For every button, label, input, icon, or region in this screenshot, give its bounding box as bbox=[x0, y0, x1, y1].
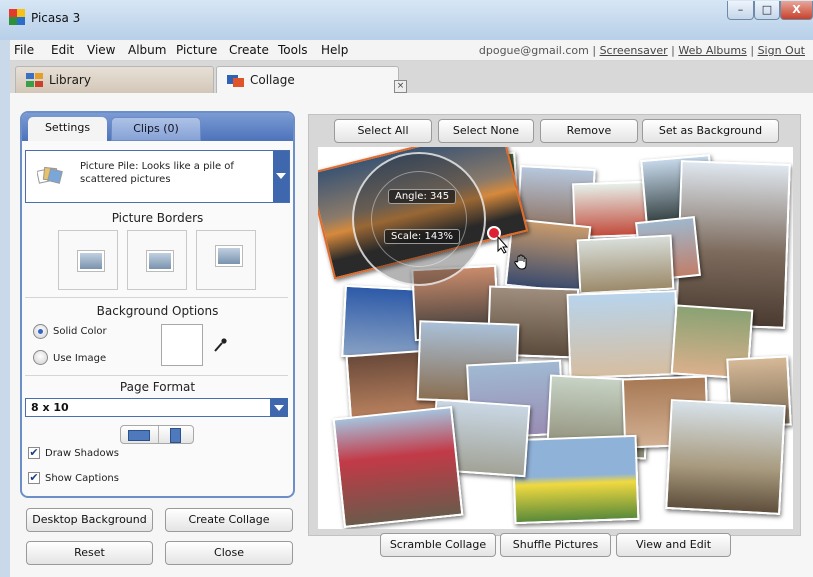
pointer-cursor-icon bbox=[497, 236, 509, 254]
desktop-background-button[interactable]: Desktop Background bbox=[26, 508, 153, 532]
window-title: Picasa 3 bbox=[31, 11, 81, 25]
border-thumbnail-icon bbox=[78, 251, 104, 271]
menu-picture[interactable]: Picture bbox=[176, 43, 217, 57]
tab-label: Library bbox=[49, 73, 91, 87]
menu-bar: File Edit View Album Picture Create Tool… bbox=[10, 40, 813, 61]
background-color-swatch[interactable] bbox=[161, 324, 203, 366]
title-bar bbox=[0, 0, 813, 40]
account-email: dpogue@gmail.com bbox=[478, 44, 589, 57]
use-image-label: Use Image bbox=[53, 353, 107, 364]
collage-photo[interactable] bbox=[332, 406, 464, 528]
collage-style-text: Picture Pile: Looks like a pile of scatt… bbox=[80, 161, 234, 185]
account-area: dpogue@gmail.com | Screensaver | Web Alb… bbox=[479, 44, 805, 57]
picture-borders-title: Picture Borders bbox=[111, 211, 204, 225]
close-window-button[interactable]: X bbox=[780, 1, 813, 20]
menu-edit[interactable]: Edit bbox=[51, 43, 74, 57]
divider bbox=[158, 426, 159, 443]
remove-button[interactable]: Remove bbox=[540, 119, 638, 143]
sign-out-link[interactable]: Sign Out bbox=[758, 44, 805, 57]
select-all-button[interactable]: Select All bbox=[334, 119, 432, 143]
web-albums-link[interactable]: Web Albums bbox=[678, 44, 746, 57]
close-button[interactable]: Close bbox=[165, 541, 293, 565]
tab-settings[interactable]: Settings bbox=[28, 117, 107, 141]
minimize-button[interactable]: – bbox=[727, 1, 754, 20]
select-none-button[interactable]: Select None bbox=[438, 119, 534, 143]
angle-label: Angle: 345 bbox=[388, 189, 457, 204]
border-option-white[interactable] bbox=[127, 230, 187, 290]
tab-clips[interactable]: Clips (0) bbox=[111, 117, 201, 141]
page-format-title: Page Format bbox=[119, 380, 196, 394]
border-option-polaroid[interactable] bbox=[196, 230, 256, 290]
menu-album[interactable]: Album bbox=[128, 43, 166, 57]
tab-collage[interactable]: Collage × bbox=[216, 66, 407, 94]
scramble-collage-button[interactable]: Scramble Collage bbox=[380, 533, 496, 557]
menu-view[interactable]: View bbox=[87, 43, 115, 57]
shuffle-pictures-button[interactable]: Shuffle Pictures bbox=[500, 533, 611, 557]
menu-create[interactable]: Create bbox=[229, 43, 269, 57]
eyedropper-icon[interactable] bbox=[213, 337, 227, 353]
create-collage-button[interactable]: Create Collage bbox=[165, 508, 293, 532]
divider bbox=[25, 297, 288, 298]
tab-label: Collage bbox=[250, 73, 295, 87]
chevron-down-icon[interactable] bbox=[273, 151, 289, 202]
border-thumbnail-icon bbox=[216, 246, 242, 266]
view-and-edit-button[interactable]: View and Edit bbox=[616, 533, 731, 557]
separator: | bbox=[671, 44, 675, 57]
page-format-value: 8 x 10 bbox=[31, 401, 69, 414]
portrait-icon[interactable] bbox=[170, 428, 181, 443]
show-captions-checkbox[interactable]: ✔ bbox=[28, 472, 40, 484]
library-grid-icon bbox=[26, 73, 43, 87]
border-thumbnail-icon bbox=[147, 251, 173, 271]
tab-strip: Library Collage × bbox=[10, 61, 813, 94]
close-tab-icon[interactable]: × bbox=[394, 80, 407, 93]
show-captions-label: Show Captions bbox=[45, 473, 119, 484]
scale-label: Scale: 143% bbox=[384, 229, 461, 244]
use-image-radio[interactable] bbox=[33, 350, 48, 365]
picasa-logo-icon bbox=[9, 9, 25, 25]
maximize-button[interactable]: □ bbox=[754, 1, 780, 20]
picture-pile-icon bbox=[37, 166, 63, 184]
collage-photo[interactable] bbox=[511, 434, 640, 525]
landscape-icon[interactable] bbox=[128, 430, 150, 441]
hand-cursor-icon bbox=[514, 254, 527, 270]
chevron-down-icon[interactable] bbox=[270, 398, 288, 417]
collage-icon bbox=[227, 75, 244, 87]
tab-library[interactable]: Library bbox=[15, 66, 214, 93]
separator: | bbox=[592, 44, 597, 57]
divider bbox=[25, 375, 288, 376]
dial-ring bbox=[371, 171, 467, 267]
menu-help[interactable]: Help bbox=[321, 43, 348, 57]
set-as-background-button[interactable]: Set as Background bbox=[642, 119, 779, 143]
collage-photo[interactable] bbox=[665, 399, 786, 515]
menu-tools[interactable]: Tools bbox=[278, 43, 308, 57]
draw-shadows-checkbox[interactable]: ✔ bbox=[28, 447, 40, 459]
solid-color-radio[interactable] bbox=[33, 324, 48, 339]
separator: | bbox=[750, 44, 755, 57]
reset-button[interactable]: Reset bbox=[26, 541, 153, 565]
solid-color-label: Solid Color bbox=[53, 326, 107, 337]
collage-photo[interactable] bbox=[576, 234, 675, 295]
border-option-none[interactable] bbox=[58, 230, 118, 290]
draw-shadows-label: Draw Shadows bbox=[45, 448, 119, 459]
screensaver-link[interactable]: Screensaver bbox=[600, 44, 668, 57]
collage-photo[interactable] bbox=[566, 290, 680, 379]
menu-file[interactable]: File bbox=[14, 43, 34, 57]
background-options-title: Background Options bbox=[96, 304, 219, 318]
